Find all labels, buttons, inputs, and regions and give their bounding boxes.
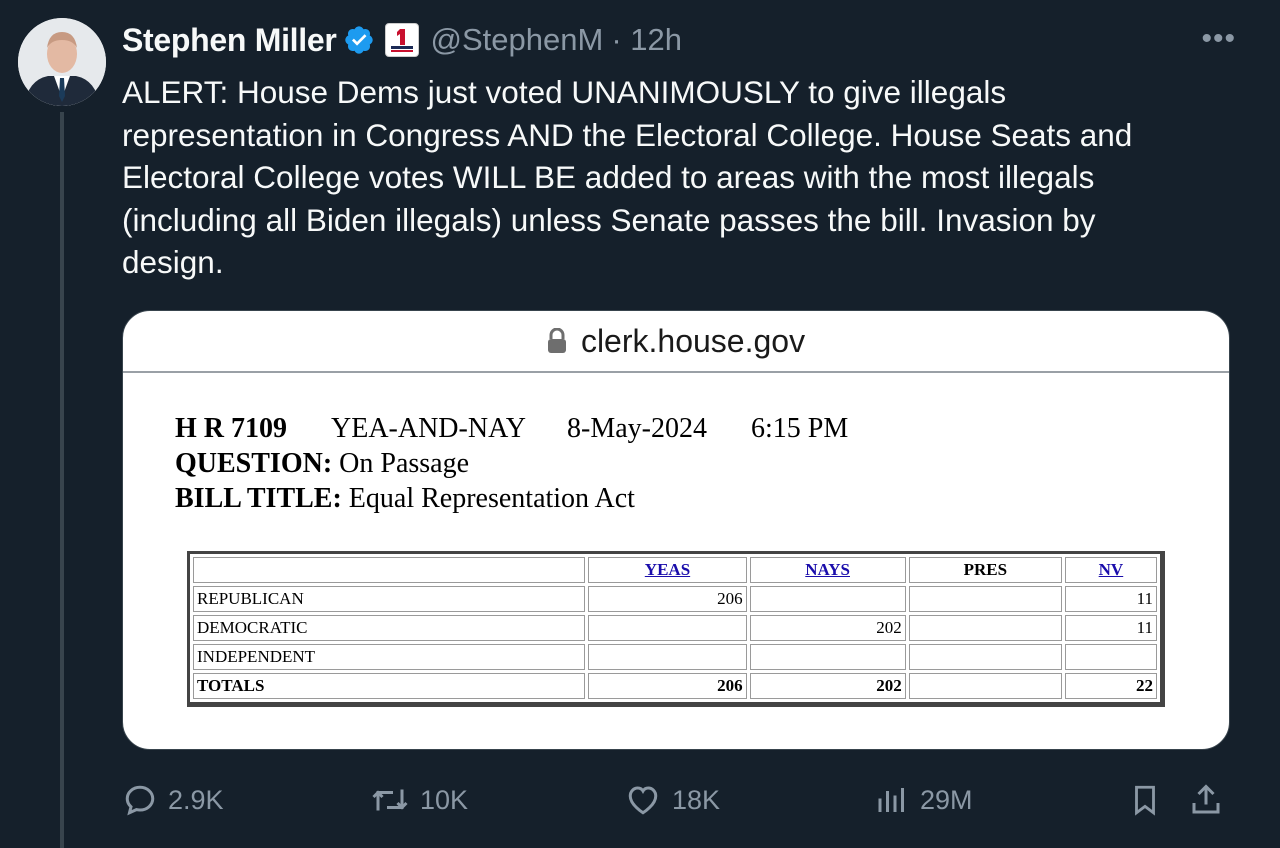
nays-cell <box>749 644 906 670</box>
share-icon <box>1192 784 1220 814</box>
views-button[interactable]: 29M <box>874 778 973 822</box>
yeas-cell: 206 <box>588 586 747 612</box>
yeas-cell <box>588 615 747 641</box>
bill-title-line: BILL TITLE: Equal Representation Act <box>175 483 635 515</box>
bill-number: H R 7109 <box>175 413 287 444</box>
vote-time: 6:15 PM <box>751 413 849 444</box>
yeas-cell: 206 <box>588 673 747 699</box>
retweet-button[interactable]: 10K <box>370 778 468 822</box>
views-icon <box>878 788 904 812</box>
action-bar: 2.9K 10K 18K 29M <box>122 778 1232 822</box>
yeas-cell <box>588 644 747 670</box>
affiliation-badge-icon[interactable] <box>384 23 419 57</box>
bookmark-icon <box>1135 785 1155 816</box>
author-name[interactable]: Stephen Miller <box>122 22 337 59</box>
nays-cell: 202 <box>749 615 906 641</box>
like-count: 18K <box>672 784 721 815</box>
bill-title-value: Equal Representation Act <box>348 483 635 514</box>
reply-button[interactable]: 2.9K <box>122 778 224 822</box>
nv-cell: 11 <box>1064 615 1157 641</box>
party-cell: DEMOCRATIC <box>193 615 586 641</box>
question-line: QUESTION: On Passage <box>175 448 469 480</box>
retweet-count: 10K <box>420 784 469 815</box>
party-cell: REPUBLICAN <box>193 586 586 612</box>
nays-cell: 202 <box>749 673 906 699</box>
share-button[interactable] <box>1188 778 1234 822</box>
party-cell: TOTALS <box>193 673 586 699</box>
bill-title-label: BILL TITLE: <box>175 483 342 514</box>
table-header-cell: NV <box>1064 557 1157 583</box>
nv-cell <box>1064 644 1157 670</box>
media-card[interactable]: clerk.house.gov H R 7109 YEA-AND-NAY 8-May… <box>122 310 1230 750</box>
totals-row: TOTALS 206 202 22 <box>193 673 1157 699</box>
tweet-text: ALERT: House Dems just voted UNANIMOUSLY… <box>122 74 1133 280</box>
more-options-icon[interactable]: ••• <box>1201 24 1236 54</box>
pres-cell <box>908 673 1062 699</box>
yeas-link[interactable]: YEAS <box>645 560 690 579</box>
vote-date: 8-May-2024 <box>567 413 707 444</box>
table-header-cell <box>193 557 586 583</box>
nv-cell: 11 <box>1064 586 1157 612</box>
url-bar: clerk.house.gov <box>123 311 1229 373</box>
vote-summary-line: H R 7109 YEA-AND-NAY 8-May-2024 6:15 PM <box>175 413 848 445</box>
table-header-cell: NAYS <box>749 557 906 583</box>
like-button[interactable]: 18K <box>624 778 720 822</box>
vote-table: YEAS NAYS PRES NV REPUBLICAN 206 11 DEMO… <box>187 551 1165 707</box>
views-count: 29M <box>920 784 973 815</box>
nays-link[interactable]: NAYS <box>805 560 850 579</box>
pres-cell <box>908 615 1062 641</box>
tweet-timestamp[interactable]: · 12h <box>611 22 682 58</box>
heart-icon <box>628 786 658 815</box>
verified-badge-icon[interactable] <box>343 24 375 56</box>
table-row: INDEPENDENT <box>193 644 1157 670</box>
party-cell: INDEPENDENT <box>193 644 586 670</box>
lock-icon <box>547 328 567 354</box>
table-header-cell: YEAS <box>588 557 747 583</box>
reply-count: 2.9K <box>168 784 224 815</box>
bookmark-button[interactable] <box>1128 778 1172 822</box>
table-header-cell: PRES <box>908 557 1062 583</box>
nv-link[interactable]: NV <box>1099 560 1124 579</box>
avatar[interactable] <box>18 18 106 106</box>
table-header-row: YEAS NAYS PRES NV <box>193 557 1157 583</box>
author-handle[interactable]: @StephenM <box>431 22 604 58</box>
pres-cell <box>908 586 1062 612</box>
nv-cell: 22 <box>1064 673 1157 699</box>
question-value: On Passage <box>339 448 470 479</box>
question-label: QUESTION: <box>175 448 333 479</box>
tweet-header: Stephen Miller @StephenM · 12h <box>122 20 682 60</box>
url-domain: clerk.house.gov <box>580 322 806 359</box>
pres-cell <box>908 644 1062 670</box>
reply-icon <box>125 785 155 816</box>
table-row: REPUBLICAN 206 11 <box>193 586 1157 612</box>
retweet-icon <box>372 789 408 811</box>
vote-type: YEA-AND-NAY <box>331 413 526 444</box>
table-row: DEMOCRATIC 202 11 <box>193 615 1157 641</box>
nays-cell <box>749 586 906 612</box>
thread-line <box>60 112 64 848</box>
